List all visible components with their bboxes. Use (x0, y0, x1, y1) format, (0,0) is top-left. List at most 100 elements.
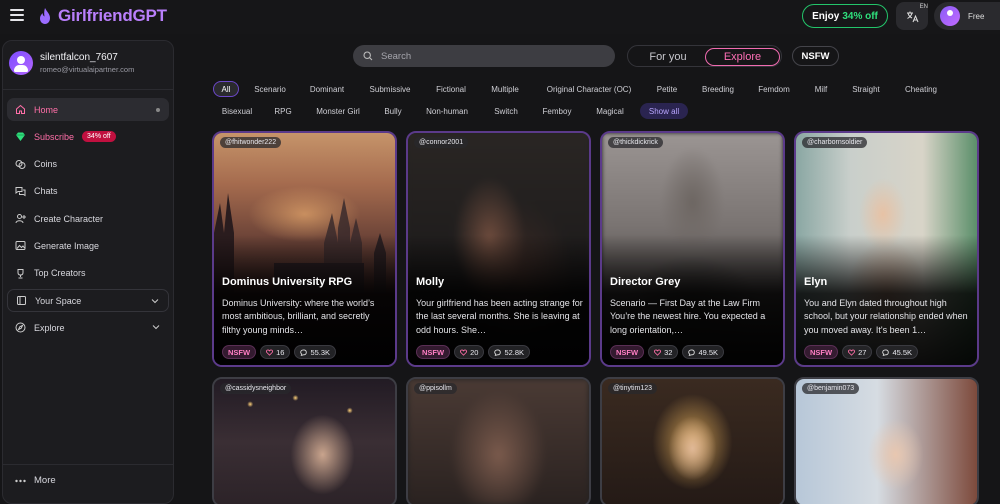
sidebar-item-explore[interactable]: Explore (7, 316, 169, 339)
more-dots-icon (15, 475, 26, 486)
sidebar-item-label: Top Creators (34, 268, 86, 279)
tag-chip[interactable]: Bully (380, 103, 406, 119)
sidebar-item-label: Subscribe (34, 131, 75, 142)
sidebar-item-generate-image[interactable]: Generate Image (7, 234, 169, 257)
sidebar-divider (3, 464, 173, 465)
profile[interactable]: silentfalcon_7607 romeo@virtualaipartner… (9, 51, 134, 75)
discount-badge: 34% off (82, 131, 116, 143)
coins-icon (15, 159, 26, 170)
card-stats: NSFW 32 49.5K (610, 345, 725, 359)
flame-logo-icon (40, 8, 50, 24)
likes-value: 20 (470, 347, 479, 357)
tag-chip[interactable]: Femboy (538, 103, 576, 119)
creator-handle[interactable]: @fhitwonder222 (220, 137, 282, 148)
tag-chip[interactable]: Scenario (250, 81, 290, 97)
search-icon (363, 51, 373, 61)
tag-chip[interactable]: Monster Girl (310, 103, 366, 119)
tag-chip[interactable]: Submissive (365, 81, 415, 97)
sidebar-item-coins[interactable]: Coins (7, 153, 169, 176)
likes-value: 32 (664, 347, 673, 357)
sidebar-item-label: Explore (34, 322, 65, 333)
character-card[interactable]: @thickdickrick Director Grey Scenario — … (600, 131, 785, 367)
character-card[interactable]: @tinytim123 (600, 377, 785, 504)
creator-handle[interactable]: @benjamin073 (802, 383, 860, 394)
card-title: Molly (416, 276, 445, 288)
chats-count: 52.8K (488, 345, 531, 359)
creator-handle[interactable]: @ppisollm (414, 383, 457, 394)
search-bar[interactable] (353, 45, 615, 67)
tab-for-you[interactable]: For you (632, 48, 704, 66)
heart-icon (460, 348, 468, 356)
likes-count: 27 (842, 345, 873, 359)
tag-chip[interactable]: Multiple (487, 81, 523, 97)
tag-chip[interactable]: Milf (810, 81, 832, 97)
character-card[interactable]: @benjamin073 (794, 377, 979, 504)
chat-bubble-icon (494, 348, 502, 356)
tag-chip[interactable]: Magical (592, 103, 628, 119)
character-card[interactable]: @fhitwonder222 Dominus University RPG Do… (212, 131, 397, 367)
tag-chip[interactable]: Original Character (OC) (539, 81, 639, 97)
sidebar-item-your-space[interactable]: Your Space (7, 289, 169, 313)
sidebar-item-chats[interactable]: Chats (7, 180, 169, 203)
character-card[interactable]: @connor2001 Molly Your girlfriend has be… (406, 131, 591, 367)
creator-handle[interactable]: @cassidysneighbor (220, 383, 292, 394)
likes-count: 16 (260, 345, 291, 359)
creator-handle[interactable]: @charbornsoldier (802, 137, 868, 148)
creator-handle[interactable]: @connor2001 (414, 137, 469, 148)
feed-toggle: For you Explore (627, 45, 782, 67)
hamburger-menu-icon[interactable] (10, 9, 24, 21)
chats-count: 45.5K (876, 345, 919, 359)
tag-chip[interactable]: RPG (272, 103, 294, 119)
search-input[interactable] (381, 50, 601, 62)
sidebar-item-label: More (34, 475, 56, 486)
tag-chip[interactable]: Straight (846, 81, 886, 97)
character-card[interactable]: @ppisollm (406, 377, 591, 504)
character-image (214, 379, 395, 504)
creator-handle[interactable]: @thickdickrick (608, 137, 663, 148)
top-bar: GirlfriendGPT Enjoy 34% off EN Free (0, 0, 1000, 34)
logo[interactable]: GirlfriendGPT (38, 6, 167, 26)
sidebar-item-home[interactable]: Home (7, 98, 169, 121)
sidebar-item-more[interactable]: More (15, 475, 56, 486)
sidebar-item-label: Your Space (35, 295, 82, 306)
show-all-tags-button[interactable]: Show all (640, 103, 688, 119)
language-button[interactable]: EN (896, 2, 928, 30)
heart-icon (848, 348, 856, 356)
translate-icon (906, 11, 918, 22)
sidebar-item-label: Create Character (34, 213, 104, 224)
tag-chip[interactable]: Fictional (431, 81, 471, 97)
card-description: Dominus University: where the world’s mo… (222, 298, 375, 335)
likes-count: 32 (648, 345, 679, 359)
promo-button[interactable]: Enjoy 34% off (802, 4, 888, 28)
nsfw-filter-button[interactable]: NSFW (792, 46, 839, 66)
tag-all[interactable]: All (213, 81, 239, 97)
tag-chip[interactable]: Cheating (900, 81, 942, 97)
card-description: You and Elyn dated throughout high schoo… (804, 298, 968, 335)
creator-handle[interactable]: @tinytim123 (608, 383, 658, 394)
profile-email: romeo@virtualaipartner.com (40, 65, 135, 74)
character-card[interactable]: @charbornsoldier Elyn You and Elyn dated… (794, 131, 979, 367)
user-menu[interactable]: Free (934, 2, 1000, 30)
chat-bubble-icon (688, 348, 696, 356)
image-icon (15, 240, 26, 251)
tag-chip[interactable]: Femdom (754, 81, 794, 97)
tag-chip[interactable]: Breeding (697, 81, 739, 97)
heart-icon (266, 348, 274, 356)
chat-bubbles-icon (15, 186, 26, 197)
tag-chip[interactable]: Switch (490, 103, 522, 119)
sidebar-item-subscribe[interactable]: Subscribe 34% off (7, 125, 169, 148)
nsfw-badge: NSFW (610, 345, 645, 359)
chevron-down-icon (151, 299, 159, 304)
sidebar: silentfalcon_7607 romeo@virtualaipartner… (2, 40, 174, 504)
tab-explore[interactable]: Explore (705, 48, 780, 66)
tag-chip[interactable]: Dominant (305, 81, 349, 97)
tag-chip[interactable]: Bisexual (218, 103, 256, 119)
profile-avatar (9, 51, 33, 75)
sidebar-item-top-creators[interactable]: Top Creators (7, 262, 169, 285)
profile-username: silentfalcon_7607 (40, 52, 118, 63)
tag-chip[interactable]: Petite (652, 81, 682, 97)
character-card[interactable]: @cassidysneighbor (212, 377, 397, 504)
chat-bubble-icon (300, 348, 308, 356)
tag-chip[interactable]: Non-human (421, 103, 473, 119)
sidebar-item-create-character[interactable]: Create Character (7, 207, 169, 230)
